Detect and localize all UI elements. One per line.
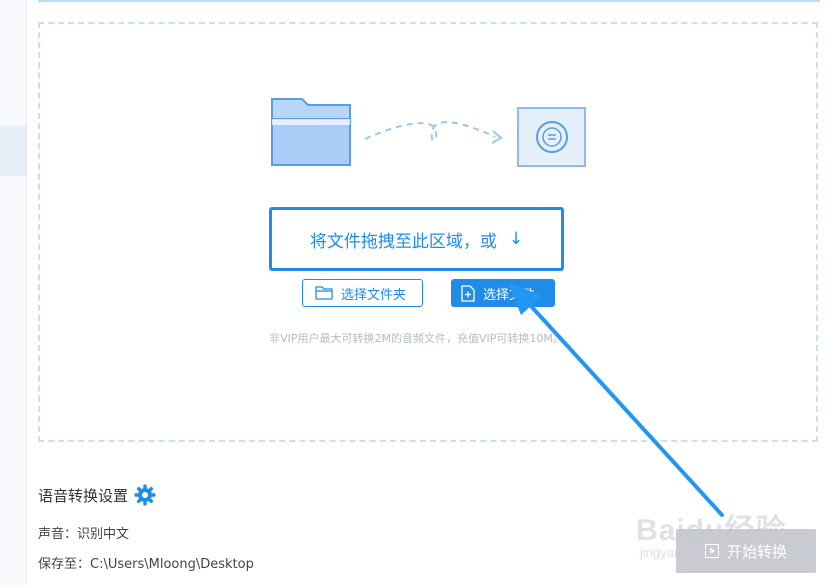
left-sidebar <box>0 0 26 585</box>
dashed-arrow <box>364 121 496 142</box>
folder-icon <box>315 286 333 300</box>
save-path-value[interactable]: C:\Users\Mloong\Desktop <box>90 557 254 572</box>
sidebar-divider <box>26 0 27 585</box>
settings-title-text: 语音转换设置 <box>38 486 129 505</box>
save-label: 保存至： <box>38 557 91 572</box>
settings-title: 语音转换设置 <box>38 484 156 506</box>
start-convert-button[interactable]: 开始转换 <box>676 529 816 573</box>
sound-label: 声音： <box>38 527 78 542</box>
select-file-button[interactable]: 选择文件 <box>451 279 555 307</box>
select-file-label: 选择文件 <box>483 287 536 303</box>
start-convert-label: 开始转换 <box>726 542 787 561</box>
drag-drop-text: 将文件拖拽至此区域，或 <box>309 231 497 252</box>
sound-setting[interactable]: 声音：识别中文 <box>38 523 129 542</box>
sidebar-active-item[interactable] <box>0 126 26 176</box>
drag-drop-prompt[interactable]: 将文件拖拽至此区域，或 ↓ <box>269 207 564 271</box>
gear-icon[interactable] <box>134 484 156 506</box>
top-divider <box>38 0 820 2</box>
down-arrow-icon: ↓ <box>508 229 524 249</box>
folder-icon <box>271 98 351 166</box>
upload-illustration <box>271 98 586 167</box>
vip-limit-note: 非VIP用户最大可转换2M的音频文件，充值VIP可转换10M。 <box>269 332 564 345</box>
save-path-setting[interactable]: 保存至：C:\Users\Mloong\Desktop <box>38 553 254 572</box>
select-folder-button[interactable]: 选择文件夹 <box>302 279 423 307</box>
convert-icon <box>517 107 586 167</box>
sound-value[interactable]: 识别中文 <box>77 527 129 542</box>
select-folder-label: 选择文件夹 <box>341 287 407 303</box>
play-icon <box>704 544 719 558</box>
add-file-icon <box>461 284 475 302</box>
